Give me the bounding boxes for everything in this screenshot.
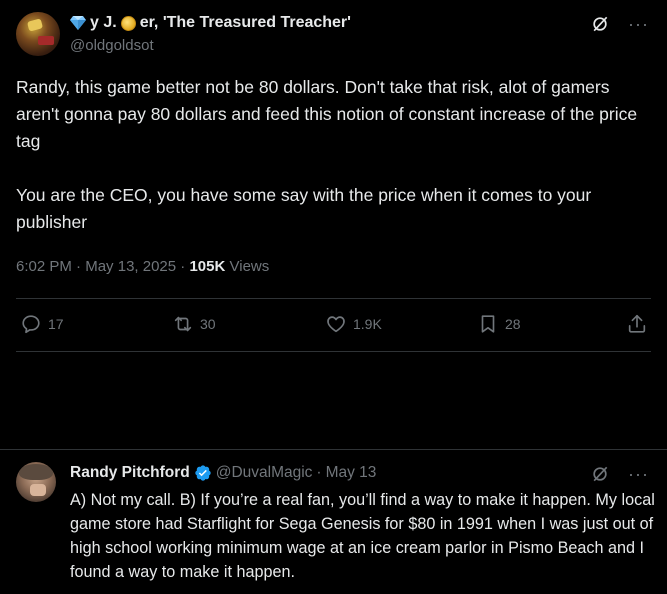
bookmark-count: 28 [505,316,521,332]
reply-separator: · [316,464,322,481]
like-button[interactable]: 1.9K [325,313,382,335]
tweet-time[interactable]: 6:02 PM [16,258,72,275]
reply-avatar[interactable] [16,462,56,502]
share-button[interactable] [626,313,648,335]
display-name-prefix: y J. [90,14,117,31]
user-handle[interactable]: @oldgoldsot [70,37,154,54]
tweet-date[interactable]: May 13, 2025 [85,258,176,275]
repost-count: 30 [200,316,216,332]
like-count: 1.9K [353,316,382,332]
divider [16,351,651,352]
tweet-meta: 6:02 PM · May 13, 2025 · 105K Views [16,258,269,275]
divider [0,449,667,450]
reply-text: A) Not my call. B) If you’re a real fan,… [70,491,655,581]
avatar-detail [30,484,46,496]
reply-top-actions: ··· [590,464,649,484]
reply-handle[interactable]: @DuvalMagic [216,464,313,482]
tweet-top-actions: ··· [590,14,649,34]
more-icon[interactable]: ··· [628,464,649,484]
bookmark-button[interactable]: 28 [477,313,521,335]
bookmark-icon [481,315,495,333]
divider [16,298,651,299]
avatar[interactable] [16,12,60,56]
avatar-detail [26,18,44,32]
reply-date[interactable]: May 13 [326,464,377,482]
display-name[interactable]: y J. er, 'The Treasured Treacher' [70,14,351,32]
verified-badge-icon [195,465,211,481]
display-name-suffix: er, 'The Treasured Treacher' [139,14,351,31]
reply-header: Randy Pitchford @DuvalMagic · May 13 [70,464,376,482]
repost-button[interactable]: 30 [172,313,216,335]
reply-button[interactable]: 17 [20,313,64,335]
gem-icon [70,16,86,30]
like-icon [327,316,345,333]
share-icon [628,314,646,333]
grok-icon[interactable] [590,14,610,34]
action-bar: 17 30 1.9K 28 [0,313,667,339]
meta-separator: · [180,258,186,275]
coin-icon [120,15,136,31]
reply-author-name[interactable]: Randy Pitchford [70,464,190,482]
tweet-text: Randy, this game better not be 80 dollar… [16,77,638,232]
avatar-detail [38,36,54,45]
reply-icon [22,315,40,334]
grok-icon[interactable] [590,464,610,484]
meta-separator: · [76,258,82,275]
reply-count: 17 [48,316,64,332]
views-count: 105K [189,258,226,275]
more-icon[interactable]: ··· [628,14,649,34]
avatar-detail [19,464,53,480]
views-label: Views [229,258,270,275]
repost-icon [174,316,192,332]
